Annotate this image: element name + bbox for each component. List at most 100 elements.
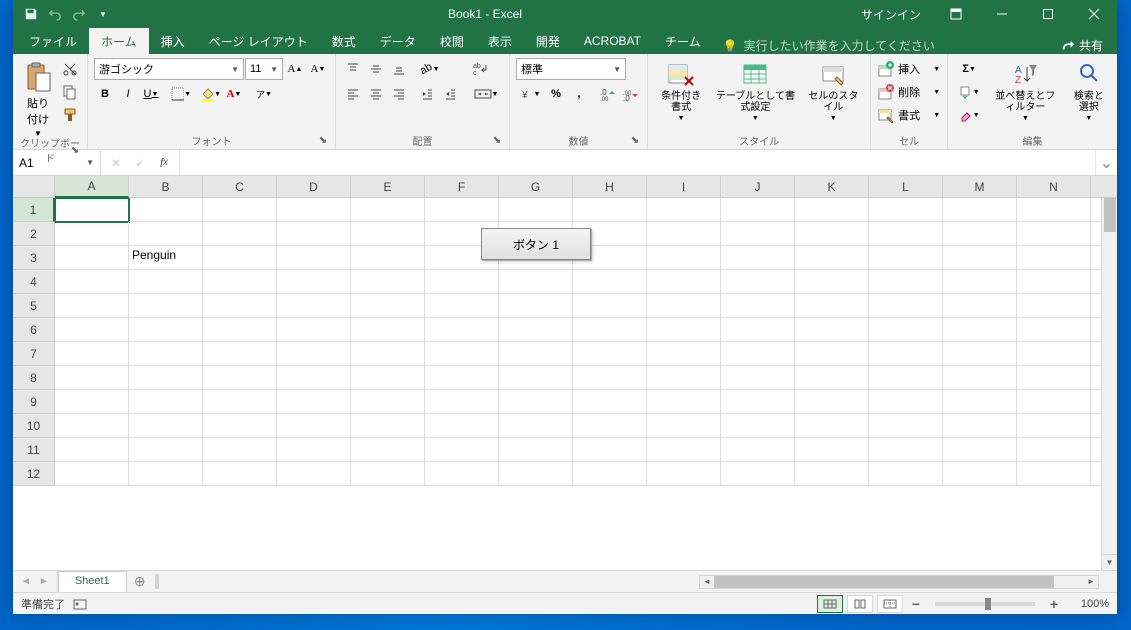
scroll-right-icon[interactable]: ► <box>1084 576 1098 588</box>
column-header-B[interactable]: B <box>129 176 203 198</box>
cell-L3[interactable] <box>869 246 943 270</box>
cell-M12[interactable] <box>943 462 1017 486</box>
cell-H6[interactable] <box>573 318 647 342</box>
cell-I3[interactable] <box>647 246 721 270</box>
cell-G12[interactable] <box>499 462 573 486</box>
cell-D12[interactable] <box>277 462 351 486</box>
row-header-12[interactable]: 12 <box>13 462 55 486</box>
cell-I10[interactable] <box>647 414 721 438</box>
cell-D6[interactable] <box>277 318 351 342</box>
cell-styles-button[interactable]: セルのスタイル▼ <box>803 58 865 125</box>
zoom-level[interactable]: 100% <box>1067 598 1109 610</box>
font-size-combo[interactable]: 11▼ <box>245 58 283 80</box>
cell-B12[interactable] <box>129 462 203 486</box>
formula-cancel-icon[interactable]: ✕ <box>107 154 125 172</box>
increase-indent-icon[interactable] <box>439 83 461 105</box>
sheet-nav-next-icon[interactable]: ► <box>39 576 49 587</box>
cell-A8[interactable] <box>55 366 129 390</box>
cell-G9[interactable] <box>499 390 573 414</box>
merge-center-button[interactable]: ▼ <box>469 83 503 105</box>
macro-recording-icon[interactable] <box>73 597 87 611</box>
insert-cells-button[interactable]: 挿入▼ <box>877 58 941 80</box>
save-icon[interactable] <box>21 4 41 24</box>
cell-M2[interactable] <box>943 222 1017 246</box>
cell-G5[interactable] <box>499 294 573 318</box>
cell-J8[interactable] <box>721 366 795 390</box>
cell-A9[interactable] <box>55 390 129 414</box>
cell-I9[interactable] <box>647 390 721 414</box>
cell-E1[interactable] <box>351 198 425 222</box>
tell-me-search[interactable]: 💡 実行したい作業を入力してください <box>723 37 935 54</box>
wrap-text-button[interactable]: abc <box>469 58 493 80</box>
cell-A12[interactable] <box>55 462 129 486</box>
tab-formulas[interactable]: 数式 <box>320 28 368 54</box>
cell-L6[interactable] <box>869 318 943 342</box>
cell-I12[interactable] <box>647 462 721 486</box>
cell-C10[interactable] <box>203 414 277 438</box>
cell-C8[interactable] <box>203 366 277 390</box>
align-top-icon[interactable] <box>342 58 364 80</box>
clipboard-launcher-icon[interactable]: ⬊ <box>69 145 81 157</box>
cut-icon[interactable] <box>59 58 81 80</box>
font-name-combo[interactable]: 游ゴシック▼ <box>94 58 244 80</box>
cell-J3[interactable] <box>721 246 795 270</box>
cell-K6[interactable] <box>795 318 869 342</box>
cell-E3[interactable] <box>351 246 425 270</box>
cell-D4[interactable] <box>277 270 351 294</box>
cell-E11[interactable] <box>351 438 425 462</box>
paste-button[interactable]: 貼り付け ▼ <box>19 58 57 141</box>
cell-K9[interactable] <box>795 390 869 414</box>
cell-F1[interactable] <box>425 198 499 222</box>
column-header-O[interactable]: O <box>1091 176 1117 198</box>
cell-L9[interactable] <box>869 390 943 414</box>
cell-A7[interactable] <box>55 342 129 366</box>
find-select-button[interactable]: 検索と選択▼ <box>1067 58 1111 125</box>
tab-review[interactable]: 校閲 <box>428 28 476 54</box>
italic-button[interactable]: I <box>117 83 139 105</box>
cell-D1[interactable] <box>277 198 351 222</box>
number-launcher-icon[interactable]: ⬊ <box>629 135 641 147</box>
cell-D7[interactable] <box>277 342 351 366</box>
fill-color-button[interactable]: ▼ <box>200 83 222 105</box>
view-page-break-icon[interactable] <box>877 595 903 613</box>
cell-N12[interactable] <box>1017 462 1091 486</box>
horizontal-scrollbar[interactable]: ◄ ► <box>699 575 1099 589</box>
formula-expand-icon[interactable]: ⌄ <box>1095 150 1117 175</box>
cell-I11[interactable] <box>647 438 721 462</box>
cell-H7[interactable] <box>573 342 647 366</box>
increase-decimal-icon[interactable]: .0.00 <box>596 83 618 105</box>
cell-M10[interactable] <box>943 414 1017 438</box>
cell-N1[interactable] <box>1017 198 1091 222</box>
minimize-icon[interactable] <box>979 0 1025 28</box>
signin-button[interactable]: サインイン <box>849 0 933 28</box>
cell-N10[interactable] <box>1017 414 1091 438</box>
decrease-font-icon[interactable]: A▼ <box>307 58 329 80</box>
column-header-M[interactable]: M <box>943 176 1017 198</box>
cell-L1[interactable] <box>869 198 943 222</box>
tab-developer[interactable]: 開発 <box>524 28 572 54</box>
cell-M3[interactable] <box>943 246 1017 270</box>
cell-K10[interactable] <box>795 414 869 438</box>
column-header-L[interactable]: L <box>869 176 943 198</box>
sort-filter-button[interactable]: AZ 並べ替えとフィルター▼ <box>986 58 1065 125</box>
row-header-2[interactable]: 2 <box>13 222 55 246</box>
number-format-combo[interactable]: 標準▼ <box>516 58 626 80</box>
cell-N4[interactable] <box>1017 270 1091 294</box>
decrease-decimal-icon[interactable]: .00.0 <box>619 83 641 105</box>
cell-C9[interactable] <box>203 390 277 414</box>
cell-E5[interactable] <box>351 294 425 318</box>
comma-style-button[interactable]: , <box>568 83 590 105</box>
cell-F4[interactable] <box>425 270 499 294</box>
cell-E7[interactable] <box>351 342 425 366</box>
cell-G4[interactable] <box>499 270 573 294</box>
cell-H9[interactable] <box>573 390 647 414</box>
cell-B3[interactable]: Penguin <box>129 246 203 270</box>
cell-J4[interactable] <box>721 270 795 294</box>
cell-A11[interactable] <box>55 438 129 462</box>
cell-B2[interactable] <box>129 222 203 246</box>
scroll-down-icon[interactable]: ▼ <box>1102 554 1117 570</box>
copy-icon[interactable] <box>59 81 81 103</box>
new-sheet-button[interactable]: ⊕ <box>127 571 153 592</box>
row-header-10[interactable]: 10 <box>13 414 55 438</box>
column-header-I[interactable]: I <box>647 176 721 198</box>
